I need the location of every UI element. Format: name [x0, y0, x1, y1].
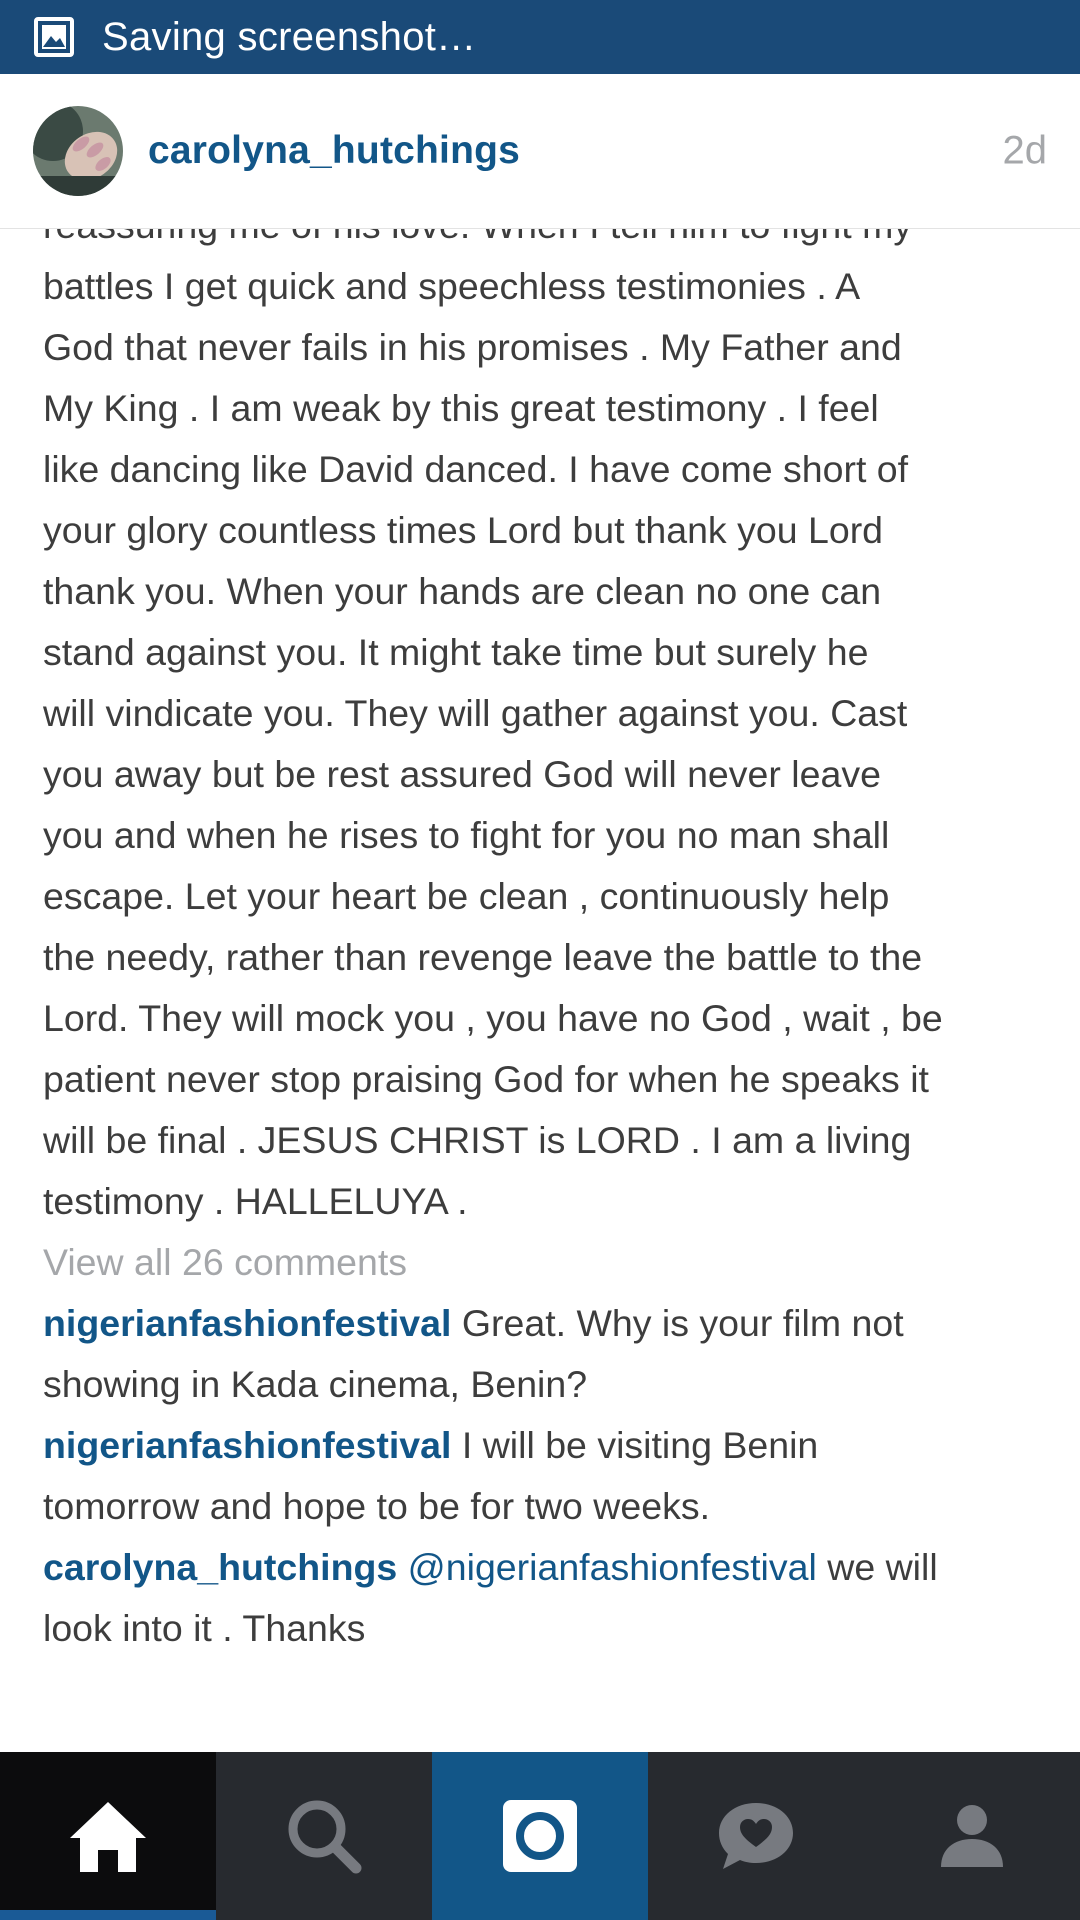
profile-icon [941, 1805, 1003, 1867]
comment: carolyna_hutchings @nigerianfashionfesti… [43, 1537, 1043, 1659]
caption-line: the needy, rather than revenge leave the… [43, 936, 923, 978]
caption-line: stand against you. It might take time bu… [43, 631, 869, 673]
status-bar: Saving screenshot… [0, 0, 1080, 74]
post-header: carolyna_hutchings 2d [0, 74, 1080, 229]
caption-line: reassuring me of his love. When I tell h… [43, 228, 1043, 256]
comment-username[interactable]: carolyna_hutchings [43, 1546, 397, 1588]
bottom-nav [0, 1752, 1080, 1920]
caption-line: will be final . JESUS CHRIST is LORD . I… [43, 1119, 912, 1161]
caption-line: God that never fails in his promises . M… [43, 326, 902, 368]
comment-text: showing in Kada cinema, Benin? [43, 1363, 588, 1405]
comment: nigerianfashionfestival Great. Why is yo… [43, 1293, 1043, 1415]
view-all-comments-link[interactable]: View all 26 comments [43, 1232, 1043, 1293]
camera-icon [503, 1800, 577, 1872]
caption-line: My King . I am weak by this great testim… [43, 387, 879, 429]
caption-line: testimony . HALLELUYA . [43, 1180, 468, 1222]
caption-line: thank you. When your hands are clean no … [43, 570, 882, 612]
caption-line: escape. Let your heart be clean , contin… [43, 875, 890, 917]
caption-line: patient never stop praising God for when… [43, 1058, 929, 1100]
image-icon [34, 17, 74, 57]
comment-text: I will be visiting Benin [451, 1424, 819, 1466]
tab-search[interactable] [216, 1752, 432, 1920]
activity-heart-icon [719, 1803, 793, 1869]
comment-username[interactable]: nigerianfashionfestival [43, 1302, 451, 1344]
comment-text: look into it . Thanks [43, 1607, 366, 1649]
post-username[interactable]: carolyna_hutchings [148, 129, 520, 173]
search-icon [288, 1800, 362, 1874]
caption-line: battles I get quick and speechless testi… [43, 265, 861, 307]
caption-line: like dancing like David danced. I have c… [43, 448, 909, 490]
caption-line: you and when he rises to fight for you n… [43, 814, 890, 856]
caption-line: Lord. They will mock you , you have no G… [43, 997, 943, 1039]
comment: nigerianfashionfestival I will be visiti… [43, 1415, 1043, 1537]
tab-home[interactable] [0, 1752, 216, 1920]
status-text: Saving screenshot… [102, 14, 477, 59]
tab-activity[interactable] [648, 1752, 864, 1920]
comment-mention[interactable]: @nigerianfashionfestival [397, 1546, 817, 1588]
comment-username[interactable]: nigerianfashionfestival [43, 1424, 451, 1466]
caption-line: you away but be rest assured God will ne… [43, 753, 881, 795]
post-time: 2d [1002, 128, 1048, 173]
caption-line: will vindicate you. They will gather aga… [43, 692, 908, 734]
comment-text: tomorrow and hope to be for two weeks. [43, 1485, 711, 1527]
comment-text: Great. Why is your film not [451, 1302, 904, 1344]
tab-camera[interactable] [432, 1752, 648, 1920]
comment-text: we will [816, 1546, 938, 1588]
home-icon [70, 1802, 146, 1872]
avatar[interactable] [33, 106, 123, 196]
tab-profile[interactable] [864, 1752, 1080, 1920]
post-content: reassuring me of his love. When I tell h… [0, 228, 1080, 1752]
caption-line: your glory countless times Lord but than… [43, 509, 884, 551]
